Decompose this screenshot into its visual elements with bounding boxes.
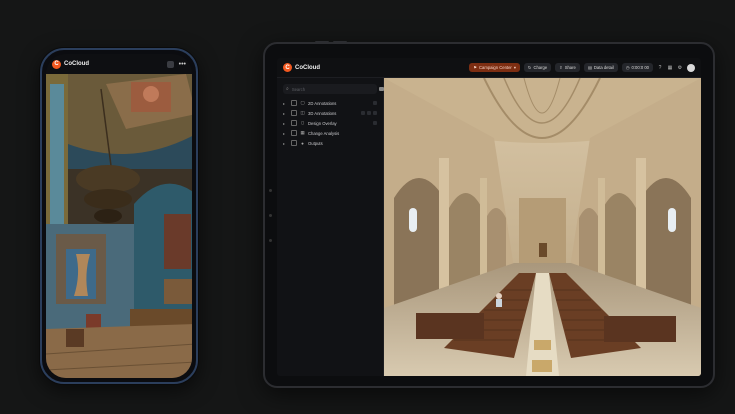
expand-caret-icon[interactable]: ▸	[283, 131, 288, 136]
tablet-top-button	[315, 41, 329, 43]
edit-icon[interactable]	[367, 111, 371, 115]
timer-display: ◷ 0:00:0 00	[621, 63, 653, 72]
delete-icon[interactable]	[373, 101, 377, 105]
phone-screen: C CoCloud •••	[46, 54, 192, 378]
visibility-checkbox[interactable]	[291, 120, 297, 126]
phone-logo[interactable]: C CoCloud	[52, 59, 89, 69]
visibility-checkbox[interactable]	[291, 140, 297, 146]
data-detail-icon: ▤	[587, 65, 592, 70]
phone-device: C CoCloud •••	[40, 48, 198, 384]
expand-caret-icon[interactable]: ▸	[283, 141, 288, 146]
tablet-screen: C CoCloud ⚑ Campaign Center ▾ ↻ Charge ⇪…	[277, 58, 701, 376]
expand-caret-icon[interactable]: ▸	[283, 111, 288, 116]
cathedral-nave-image	[384, 78, 701, 376]
tree-item-label: 3D Annotations	[308, 110, 337, 116]
tree-item-label: Outputs	[308, 140, 323, 146]
app-logo[interactable]: C CoCloud	[283, 63, 320, 72]
data-detail-label: Data detail	[593, 65, 614, 70]
visibility-checkbox[interactable]	[291, 130, 297, 136]
settings-icon[interactable]: ⚙	[677, 65, 683, 71]
app-logo-label: CoCloud	[295, 64, 320, 71]
search-icon: ⌕	[286, 86, 289, 92]
charge-icon: ↻	[527, 65, 532, 70]
cube-icon: ◫	[300, 110, 305, 115]
share-label: Share	[564, 65, 576, 70]
search-field[interactable]: ⌕ Search	[283, 84, 384, 94]
share-icon: ⇪	[559, 65, 563, 70]
tree-item-label: 2D Annotations	[308, 100, 337, 106]
avatar[interactable]	[687, 63, 695, 72]
campaign-center-button[interactable]: ⚑ Campaign Center ▾	[469, 63, 520, 72]
layer-tree: ▸ ▢ 2D Annotations ▸ ◫ 3D Annotations ▸ …	[277, 98, 383, 148]
chevron-down-icon: ▾	[513, 65, 516, 70]
phone-app-bar: C CoCloud •••	[46, 54, 192, 74]
tree-item-2d-annotations[interactable]: ▸ ▢ 2D Annotations	[277, 98, 383, 108]
phone-side-button	[197, 150, 198, 190]
charge-button[interactable]: ↻ Charge	[523, 63, 552, 72]
row-actions	[373, 101, 377, 105]
layers-icon[interactable]	[166, 60, 174, 68]
phone-logo-label: CoCloud	[64, 61, 89, 67]
tree-item-3d-annotations[interactable]: ▸ ◫ 3D Annotations	[277, 108, 383, 118]
tree-item-label: Design Overlay	[308, 120, 337, 126]
expand-caret-icon[interactable]: ▸	[283, 121, 288, 126]
campaign-icon: ⚑	[473, 65, 477, 70]
visibility-checkbox[interactable]	[291, 110, 297, 116]
campaign-label: Campaign Center	[478, 65, 512, 70]
tablet-sensor-2	[269, 239, 272, 242]
row-actions	[373, 121, 377, 125]
tree-item-outputs[interactable]: ▸ ● Outputs	[277, 138, 383, 148]
cocloud-logo-icon: C	[283, 63, 292, 72]
grid-icon[interactable]: ▦	[667, 65, 673, 71]
charge-label: Charge	[533, 65, 548, 70]
cocloud-logo-icon: C	[52, 59, 61, 69]
church-interior-image	[46, 74, 192, 378]
tablet-device: C CoCloud ⚑ Campaign Center ▾ ↻ Charge ⇪…	[263, 41, 715, 388]
grid-icon: ▦	[300, 130, 305, 135]
circle-icon: ●	[301, 140, 304, 146]
clock-icon: ◷	[625, 65, 630, 70]
search-input[interactable]: Search	[292, 87, 305, 92]
phone-panorama-view[interactable]	[46, 74, 192, 378]
row-actions	[361, 111, 377, 115]
tree-item-change-analysis[interactable]: ▸ ▦ Change Analysis	[277, 128, 383, 138]
tablet-top-button-2	[333, 41, 347, 43]
close-icon[interactable]	[361, 111, 365, 115]
tablet-camera	[269, 189, 272, 192]
app-top-bar: C CoCloud ⚑ Campaign Center ▾ ↻ Charge ⇪…	[277, 58, 701, 78]
help-icon[interactable]: ?	[657, 65, 663, 71]
panorama-viewer[interactable]	[384, 78, 701, 376]
square-icon: ▢	[300, 100, 305, 105]
delete-icon[interactable]	[373, 121, 377, 125]
expand-caret-icon[interactable]: ▸	[283, 101, 288, 106]
tree-item-label: Change Analysis	[308, 130, 340, 136]
timer-label: 0:00:0 00	[631, 65, 649, 70]
tablet-sensor	[269, 214, 272, 217]
visibility-checkbox[interactable]	[291, 100, 297, 106]
share-button[interactable]: ⇪ Share	[555, 63, 580, 72]
tree-item-design-overlay[interactable]: ▸ ▯ Design Overlay	[277, 118, 383, 128]
document-icon: ▯	[301, 120, 304, 125]
more-icon[interactable]: •••	[179, 61, 186, 68]
data-detail-button[interactable]: ▤ Data detail	[583, 63, 618, 72]
delete-icon[interactable]	[373, 111, 377, 115]
layers-sidebar: ⌕ Search ▸ ▢ 2D Annotations ▸ ◫ 3D Annot…	[277, 78, 384, 376]
